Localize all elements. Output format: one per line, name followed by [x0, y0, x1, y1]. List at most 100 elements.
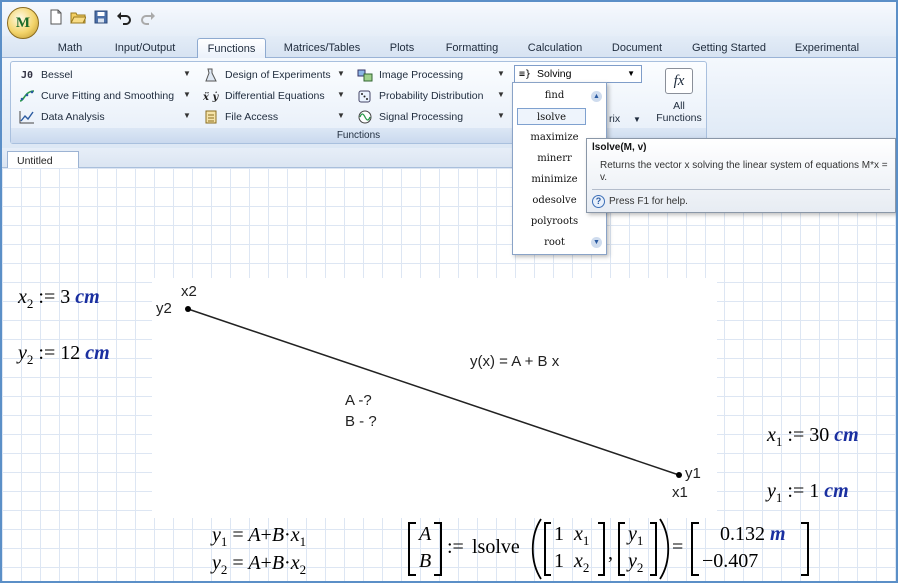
y1-unit: cm: [824, 480, 849, 502]
curve-fitting-menu[interactable]: Curve Fitting and Smoothing: [19, 87, 174, 105]
yvec-left-bracket: [618, 522, 625, 576]
data-analysis-menu[interactable]: Data Analysis: [19, 108, 105, 126]
x2-op: :=: [38, 286, 56, 308]
tab-functions[interactable]: Functions: [197, 38, 266, 59]
tooltip-help-text: Press F1 for help.: [609, 196, 688, 207]
signal-processing-menu[interactable]: Signal Processing: [357, 108, 463, 126]
vector-right-bracket: [434, 522, 442, 576]
result-1-value: 0.132: [720, 523, 765, 545]
app-logo-button[interactable]: M: [7, 7, 39, 39]
tab-document[interactable]: Document: [605, 38, 669, 58]
image-processing-menu[interactable]: Image Processing: [357, 66, 463, 84]
tab-calculation[interactable]: Calculation: [520, 38, 590, 58]
arg-comma: ,: [608, 542, 613, 564]
y1-var: y: [767, 480, 776, 502]
design-of-experiments-label: Design of Experiments: [225, 69, 331, 81]
ribbon-tabs: Math Input/Output Functions Matrices/Tab…: [2, 36, 896, 59]
file-access-dropdown-arrow-icon[interactable]: ▼: [337, 111, 345, 120]
eq2-x: x: [290, 552, 300, 574]
m21: 1: [554, 550, 564, 572]
probability-distribution-dropdown-arrow-icon[interactable]: ▼: [497, 90, 505, 99]
eq1-plus: +: [260, 524, 272, 546]
dropdown-item-maximize[interactable]: maximize: [513, 129, 596, 146]
open-folder-icon[interactable]: [70, 9, 86, 25]
tab-plots[interactable]: Plots: [380, 38, 424, 58]
new-document-icon[interactable]: [48, 9, 64, 25]
m22-var: x: [574, 550, 583, 572]
solving-combo[interactable]: ≡} Solving ▼: [514, 65, 642, 83]
y1-value: 1: [809, 480, 820, 502]
scroll-up-icon[interactable]: ▲: [591, 91, 602, 102]
tab-math[interactable]: Math: [46, 38, 94, 58]
matrix-left-bracket: [544, 522, 551, 576]
signal-processing-dropdown-arrow-icon[interactable]: ▼: [497, 111, 505, 120]
dropdown-item-root[interactable]: root: [513, 234, 596, 251]
tab-matrices-tables[interactable]: Matrices/Tables: [278, 38, 366, 58]
x1-op: :=: [787, 424, 805, 446]
bessel-dropdown-arrow-icon[interactable]: ▼: [183, 69, 191, 78]
file-access-menu[interactable]: File Access: [203, 108, 278, 126]
eq2-lhs: y: [212, 552, 221, 574]
tooltip-separator: [592, 189, 890, 190]
redo-icon[interactable]: [140, 9, 156, 25]
model-equation: y(x) = A + B x: [470, 353, 560, 370]
matrix-menu-partial[interactable]: rix ▼: [609, 113, 641, 125]
bessel-menu[interactable]: J0 Bessel: [19, 66, 73, 84]
undo-icon[interactable]: [116, 9, 132, 25]
left-paren-icon: [531, 518, 542, 580]
y1-definition[interactable]: y1 := 1 cm: [767, 480, 849, 506]
dropdown-item-find[interactable]: find: [513, 87, 596, 104]
dropdown-item-minerr[interactable]: minerr: [513, 150, 596, 167]
differential-equations-dropdown-arrow-icon[interactable]: ▼: [337, 90, 345, 99]
tab-input-output[interactable]: Input/Output: [106, 38, 184, 58]
svg-text:ẍ ẏ: ẍ ẏ: [203, 92, 219, 103]
data-analysis-dropdown-arrow-icon[interactable]: ▼: [183, 111, 191, 120]
matrix-dropdown-arrow-icon: ▼: [633, 115, 641, 124]
all-functions-button[interactable]: fx All Functions: [654, 68, 704, 124]
y1-op: :=: [787, 480, 805, 502]
curve-fitting-dropdown-arrow-icon[interactable]: ▼: [183, 90, 191, 99]
differential-equations-menu[interactable]: ẍ ẏ Differential Equations: [203, 87, 325, 105]
signal-processing-label: Signal Processing: [379, 111, 464, 123]
v1-var: y: [628, 523, 637, 545]
title-bar: M: [2, 2, 896, 39]
save-icon[interactable]: [93, 9, 109, 25]
worksheet[interactable]: x2 y2 y1 x1 y(x) = A + B x A -? B - ? x2…: [2, 168, 896, 581]
equation-1[interactable]: y1 = A+B·x1: [212, 524, 306, 550]
vector-left-bracket: [408, 522, 416, 576]
tab-experimental[interactable]: Experimental: [788, 38, 866, 58]
dropdown-item-minimize[interactable]: minimize: [513, 171, 596, 188]
solving-dropdown-arrow-icon[interactable]: ▼: [627, 69, 635, 78]
x2-sub: 2: [26, 296, 34, 311]
tab-formatting[interactable]: Formatting: [438, 38, 506, 58]
eq1-x: x: [290, 524, 300, 546]
equation-2[interactable]: y2 = A+B·x2: [212, 552, 306, 578]
x2-definition[interactable]: x2 := 3 cm: [18, 286, 100, 312]
y2-definition[interactable]: y2 := 12 cm: [18, 342, 110, 368]
y1-point-label: y1: [685, 465, 701, 482]
dropdown-item-odesolve[interactable]: odesolve: [513, 192, 596, 209]
file-access-label: File Access: [225, 111, 279, 123]
image-processing-dropdown-arrow-icon[interactable]: ▼: [497, 69, 505, 78]
y2-point-label: y2: [156, 300, 172, 317]
v2: y2: [628, 550, 643, 576]
result-1: 0.132 m: [720, 523, 786, 546]
x1-value: 30: [809, 424, 830, 446]
dropdown-item-polyroots[interactable]: polyroots: [513, 213, 596, 230]
dropdown-item-lsolve[interactable]: lsolve: [517, 108, 586, 125]
line-diagram: x2 y2 y1 x1 y(x) = A + B x A -? B - ?: [152, 278, 717, 518]
scroll-down-icon[interactable]: ▼: [591, 237, 602, 248]
lsolve-fn: lsolve: [472, 536, 520, 558]
document-tab-untitled[interactable]: Untitled: [7, 151, 79, 169]
probability-distribution-menu[interactable]: Probability Distribution: [357, 87, 483, 105]
probability-distribution-label: Probability Distribution: [379, 90, 484, 102]
tab-getting-started[interactable]: Getting Started: [685, 38, 773, 58]
v2-var: y: [628, 550, 637, 572]
right-paren-icon: [659, 518, 670, 580]
x1-definition[interactable]: x1 := 30 cm: [767, 424, 859, 450]
x2-unit: cm: [75, 286, 100, 308]
design-of-experiments-dropdown-arrow-icon[interactable]: ▼: [337, 69, 345, 78]
eq2-b: B: [271, 552, 285, 574]
design-of-experiments-menu[interactable]: Design of Experiments: [203, 66, 331, 84]
solving-icon: ≡}: [519, 68, 532, 80]
